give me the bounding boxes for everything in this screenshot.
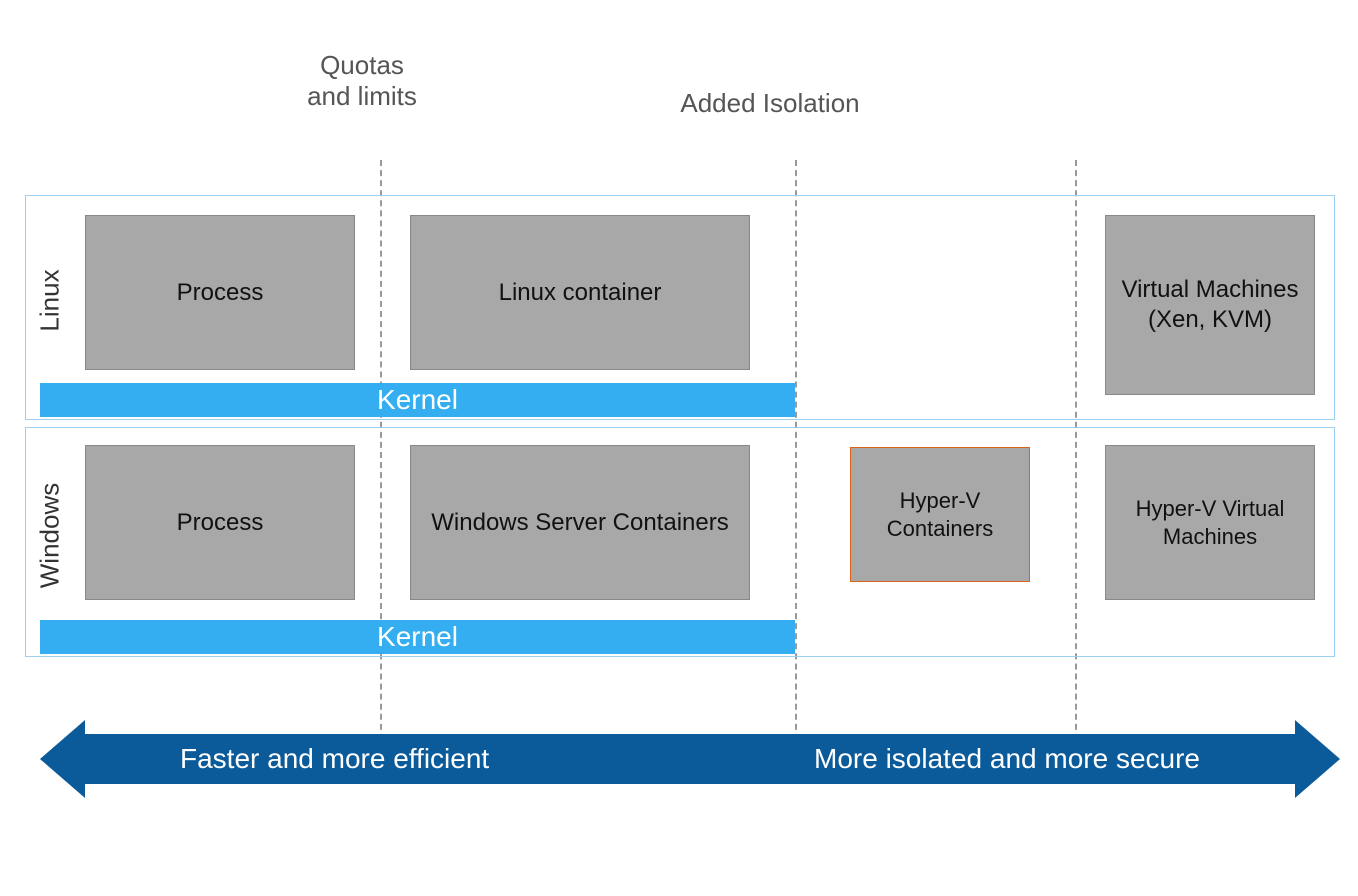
cell-linux-vm: Virtual Machines (Xen, KVM) — [1105, 215, 1315, 395]
spectrum-label-right: More isolated and more secure — [814, 743, 1200, 775]
cell-windows-server-containers: Windows Server Containers — [410, 445, 750, 600]
isolation-diagram: Quotas and limits Added Isolation Linux … — [20, 50, 1340, 850]
cell-windows-hyperv-containers: Hyper-V Containers — [850, 447, 1030, 582]
cell-linux-process: Process — [85, 215, 355, 370]
spectrum-arrow: Faster and more efficient More isolated … — [40, 720, 1340, 798]
header-added-isolation: Added Isolation — [640, 88, 900, 119]
spectrum-label-left: Faster and more efficient — [180, 743, 489, 775]
header-quotas-limits: Quotas and limits — [302, 50, 422, 112]
kernel-bar-linux: Kernel — [40, 383, 795, 417]
cell-windows-hyperv-vm: Hyper-V Virtual Machines — [1105, 445, 1315, 600]
cell-windows-process: Process — [85, 445, 355, 600]
arrow-left-head-icon — [40, 720, 85, 798]
kernel-bar-windows: Kernel — [40, 620, 795, 654]
arrow-right-head-icon — [1295, 720, 1340, 798]
row-label-windows: Windows — [35, 481, 66, 591]
cell-linux-container: Linux container — [410, 215, 750, 370]
row-label-linux: Linux — [35, 261, 66, 341]
spectrum-bar: Faster and more efficient More isolated … — [80, 734, 1300, 784]
